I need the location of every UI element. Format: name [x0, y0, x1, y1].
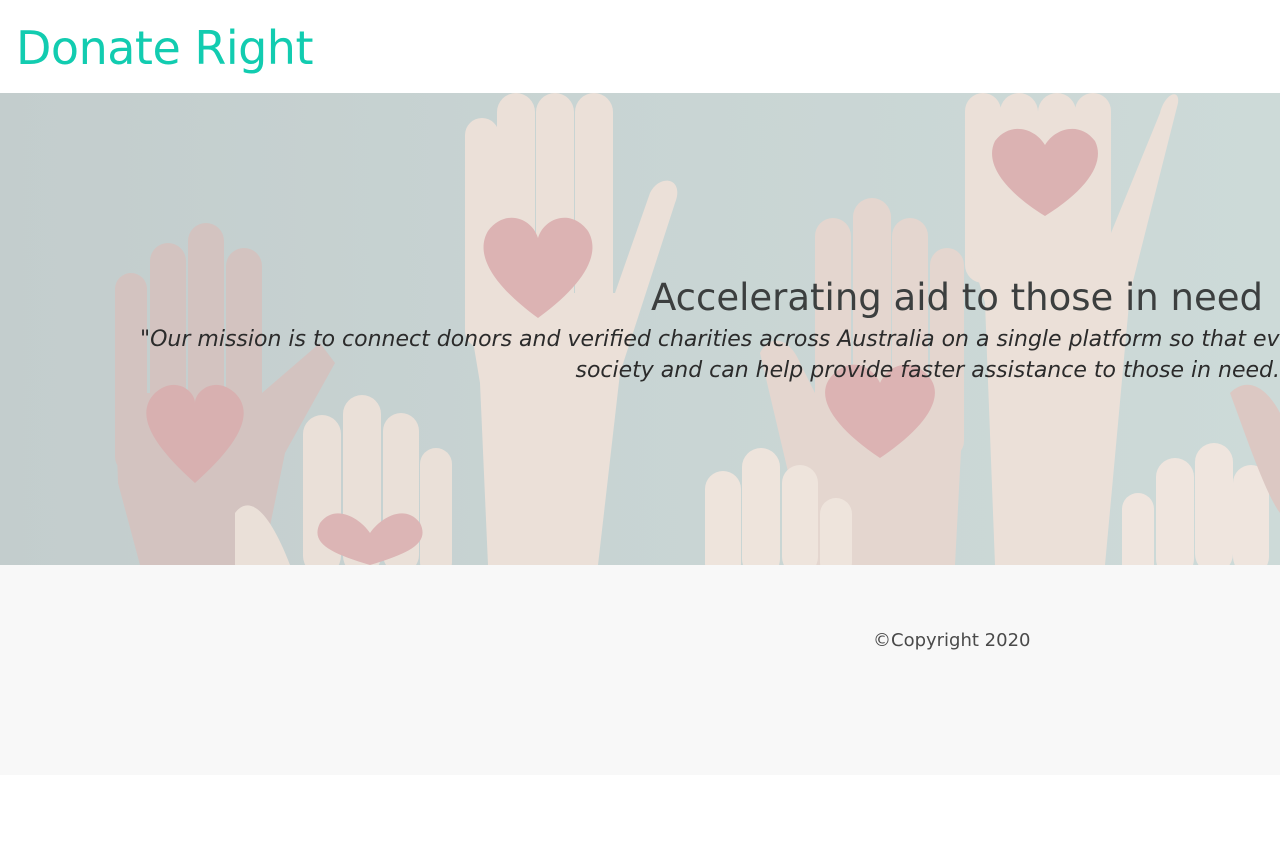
- hero-banner: Accelerating aid to those in need "Our m…: [0, 93, 1280, 565]
- mission-statement: "Our mission is to connect donors and ve…: [140, 324, 1280, 386]
- brand-logo-link[interactable]: Donate Right: [16, 18, 314, 78]
- site-footer: ©Copyright 2020: [0, 565, 1280, 775]
- site-header: Donate Right: [0, 0, 1280, 93]
- mission-line-2: society and can help provide faster assi…: [575, 358, 1280, 383]
- copyright-text: ©Copyright 2020: [873, 630, 1031, 651]
- hero-title: Accelerating aid to those in need: [651, 276, 1263, 319]
- mission-line-1: "Our mission is to connect donors and ve…: [140, 327, 1280, 352]
